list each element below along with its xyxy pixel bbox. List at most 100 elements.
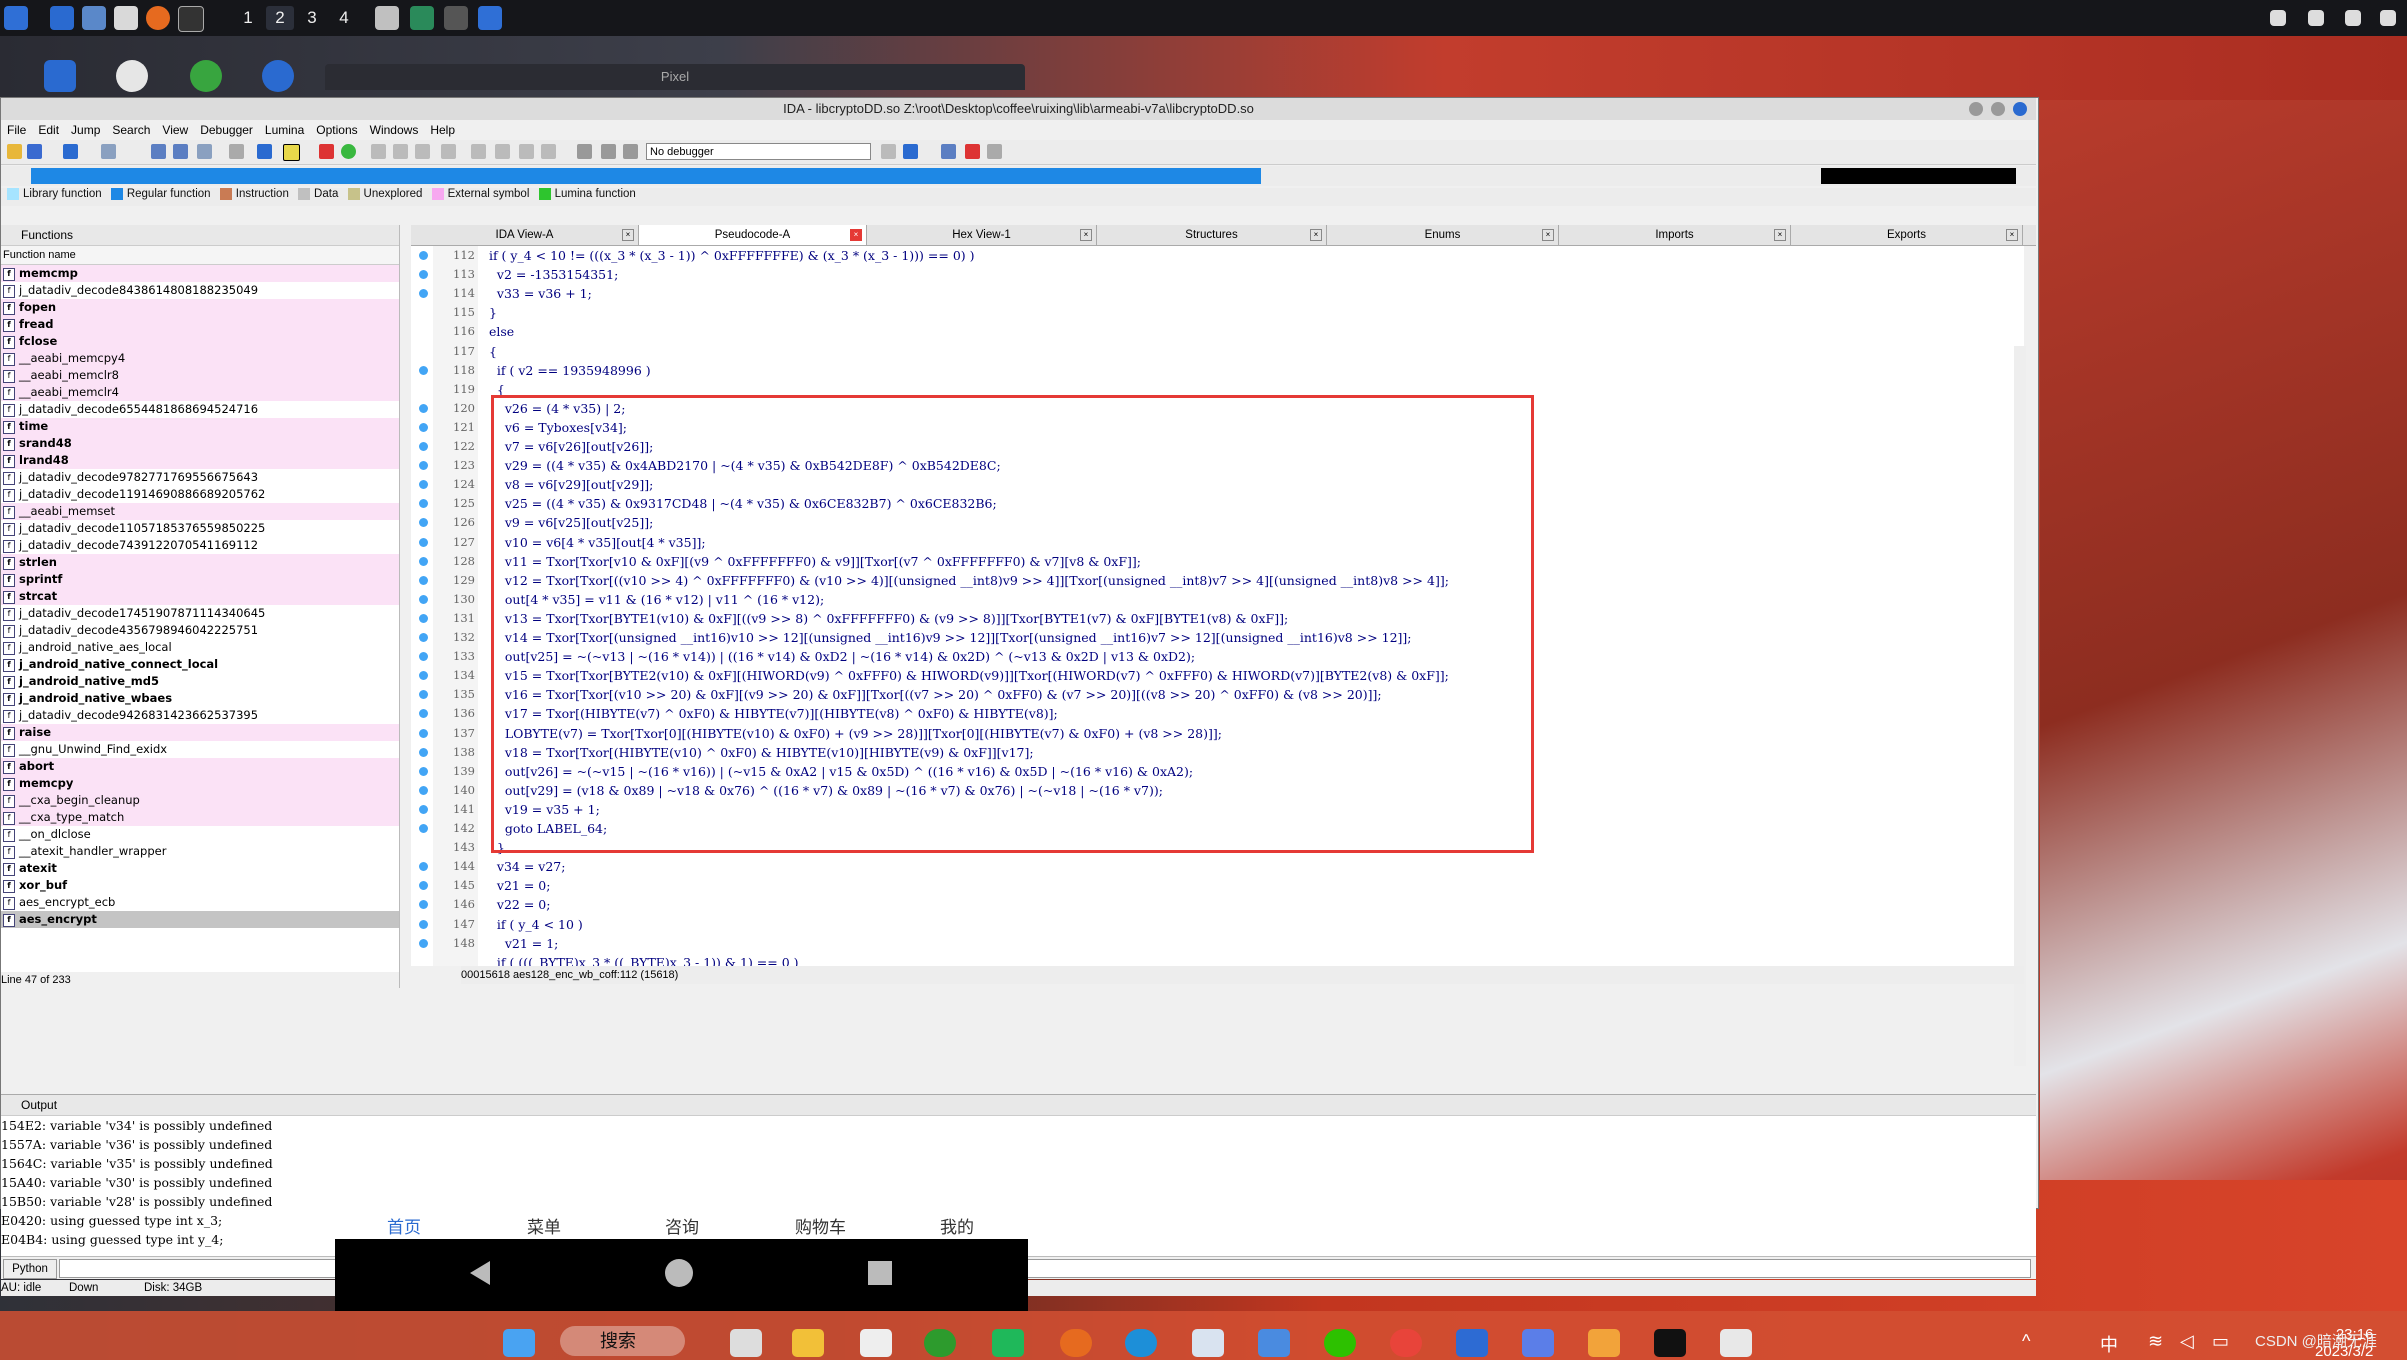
breakpoint-dot-icon[interactable] xyxy=(419,709,428,719)
function-list-item[interactable]: f strcat xyxy=(1,588,399,605)
close-icon[interactable]: × xyxy=(622,229,634,241)
app-icon[interactable] xyxy=(1456,1329,1488,1357)
nav-news[interactable]: 咨询 xyxy=(665,1213,699,1238)
breakpoint-dot-icon[interactable] xyxy=(419,747,428,757)
wifi-icon[interactable]: ≋ xyxy=(2148,1331,2163,1352)
function-list-item[interactable]: f aes_encrypt_ecb xyxy=(1,894,399,911)
breakpoint-dot-icon[interactable] xyxy=(419,919,428,929)
close-file-icon[interactable] xyxy=(541,144,556,159)
close-icon[interactable] xyxy=(2013,102,2027,116)
function-list-item[interactable]: f j_datadiv_decode17451907871114340645 xyxy=(1,605,399,622)
breakpoint-dot-icon[interactable] xyxy=(419,690,428,700)
menu-help[interactable]: Help xyxy=(424,120,461,137)
recents-icon[interactable] xyxy=(868,1261,892,1285)
edge-icon[interactable] xyxy=(1125,1329,1157,1357)
breakpoint-dot-icon[interactable] xyxy=(419,652,428,662)
menu-jump[interactable]: Jump xyxy=(65,120,106,137)
tab-imports[interactable]: Imports × xyxy=(1559,225,1791,245)
menu-file[interactable]: File xyxy=(1,120,32,137)
chevron-up-icon[interactable]: ^ xyxy=(2022,1331,2030,1352)
function-list-item[interactable]: f lrand48 xyxy=(1,452,399,469)
tools-icon[interactable] xyxy=(987,144,1002,159)
navigation-band-data[interactable] xyxy=(1821,168,2016,184)
attach-icon[interactable] xyxy=(881,144,896,159)
tab-structures[interactable]: Structures × xyxy=(1097,225,1327,245)
function-list-item[interactable]: f j_android_native_wbaes xyxy=(1,690,399,707)
function-list-item[interactable]: f memcpy xyxy=(1,775,399,792)
tab-enums[interactable]: Enums × xyxy=(1327,225,1559,245)
enum-icon[interactable] xyxy=(415,144,430,159)
function-list-item[interactable]: f __aeabi_memcpy4 xyxy=(1,350,399,367)
breakpoint-dot-icon[interactable] xyxy=(419,785,428,795)
close-icon[interactable]: × xyxy=(1774,229,1786,241)
wechat-icon[interactable] xyxy=(1324,1329,1356,1357)
tab-ida-view-a[interactable]: IDA View-A × xyxy=(411,225,639,245)
functions-pane-title[interactable]: Functions xyxy=(1,225,399,246)
breakpoint-dot-icon[interactable] xyxy=(419,824,428,833)
breakpoint-dot-icon[interactable] xyxy=(419,422,428,432)
code-line[interactable]: v21 = 0; xyxy=(481,876,551,895)
function-name-column[interactable]: Function name xyxy=(1,246,399,265)
tab-pseudocode-a[interactable]: Pseudocode-A × xyxy=(639,225,867,245)
function-list-item[interactable]: f __aeabi_memclr4 xyxy=(1,384,399,401)
battery-icon[interactable]: ▭ xyxy=(2212,1331,2229,1352)
breakpoint-dot-icon[interactable] xyxy=(419,251,428,260)
chrome-icon[interactable] xyxy=(1390,1329,1422,1357)
search-icon[interactable] xyxy=(197,144,212,159)
function-list-item[interactable]: f j_datadiv_decode7439122070541169112 xyxy=(1,537,399,554)
breakpoint-dot-icon[interactable] xyxy=(419,671,428,681)
workspace-2[interactable]: 2 xyxy=(266,6,294,30)
breakpoint-icon[interactable] xyxy=(471,144,486,159)
breakpoint-dot-icon[interactable] xyxy=(419,728,428,738)
workspace-4[interactable]: 4 xyxy=(330,6,358,30)
nav-home[interactable]: 首页 xyxy=(387,1213,421,1238)
function-list-item[interactable]: f j_android_native_connect_local xyxy=(1,656,399,673)
function-list-item[interactable]: f j_datadiv_decode4356798946042225751 xyxy=(1,622,399,639)
breakpoint-dot-icon[interactable] xyxy=(419,862,428,872)
plugin-icon[interactable] xyxy=(965,144,980,159)
code-line[interactable]: v33 = v36 + 1; xyxy=(481,284,592,303)
code-line[interactable]: v22 = 0; xyxy=(481,895,551,914)
text-editor-icon[interactable] xyxy=(114,6,138,30)
code-line[interactable]: v2 = -1353154351; xyxy=(481,265,618,284)
function-list-item[interactable]: f j_datadiv_decode9426831423662537395 xyxy=(1,707,399,724)
volume-icon[interactable]: ◁ xyxy=(2180,1331,2194,1352)
close-icon[interactable]: × xyxy=(1310,229,1322,241)
feishu-icon[interactable] xyxy=(1258,1329,1290,1357)
firefox-icon[interactable] xyxy=(1060,1329,1092,1357)
function-list-item[interactable]: f memcmp xyxy=(1,265,399,282)
window-icon[interactable] xyxy=(375,6,399,30)
function-list-item[interactable]: f fopen xyxy=(1,299,399,316)
text-icon[interactable] xyxy=(283,144,300,161)
function-list-item[interactable]: f __gnu_Unwind_Find_exidx xyxy=(1,741,399,758)
jadx-icon[interactable] xyxy=(116,60,148,92)
tab-hex-view-1[interactable]: Hex View-1 × xyxy=(867,225,1097,245)
python-button[interactable]: Python xyxy=(3,1259,57,1279)
menu-lumina[interactable]: Lumina xyxy=(259,120,310,137)
function-list-item[interactable]: f atexit xyxy=(1,860,399,877)
struct-icon[interactable] xyxy=(393,144,408,159)
save-icon[interactable] xyxy=(27,144,42,159)
function-list-item[interactable]: f sprintf xyxy=(1,571,399,588)
breakpoint-dot-icon[interactable] xyxy=(419,537,428,547)
launcher-icon[interactable] xyxy=(4,6,28,30)
play-icon[interactable] xyxy=(577,144,592,159)
pause-icon[interactable] xyxy=(601,144,616,159)
back-icon[interactable] xyxy=(63,144,78,159)
function-list-item[interactable]: f fclose xyxy=(1,333,399,350)
breakpoint-dot-icon[interactable] xyxy=(419,575,428,585)
app-icon[interactable] xyxy=(262,60,294,92)
function-list-item[interactable]: f srand48 xyxy=(1,435,399,452)
breakpoint-dot-icon[interactable] xyxy=(419,556,428,566)
breakpoint-dot-icon[interactable] xyxy=(419,480,428,490)
pixel-window-title[interactable]: Pixel xyxy=(325,64,1025,90)
terminal-icon[interactable] xyxy=(178,6,204,32)
function-list-item[interactable]: f __cxa_type_match xyxy=(1,809,399,826)
maximize-icon[interactable] xyxy=(1991,102,2005,116)
text-search-icon[interactable] xyxy=(229,144,244,159)
copy-icon[interactable] xyxy=(151,144,166,159)
function-list-item[interactable]: f xor_buf xyxy=(1,877,399,894)
workspace-1[interactable]: 1 xyxy=(234,6,262,30)
breakpoint-dot-icon[interactable] xyxy=(419,900,428,910)
close-icon[interactable]: × xyxy=(1080,229,1092,241)
